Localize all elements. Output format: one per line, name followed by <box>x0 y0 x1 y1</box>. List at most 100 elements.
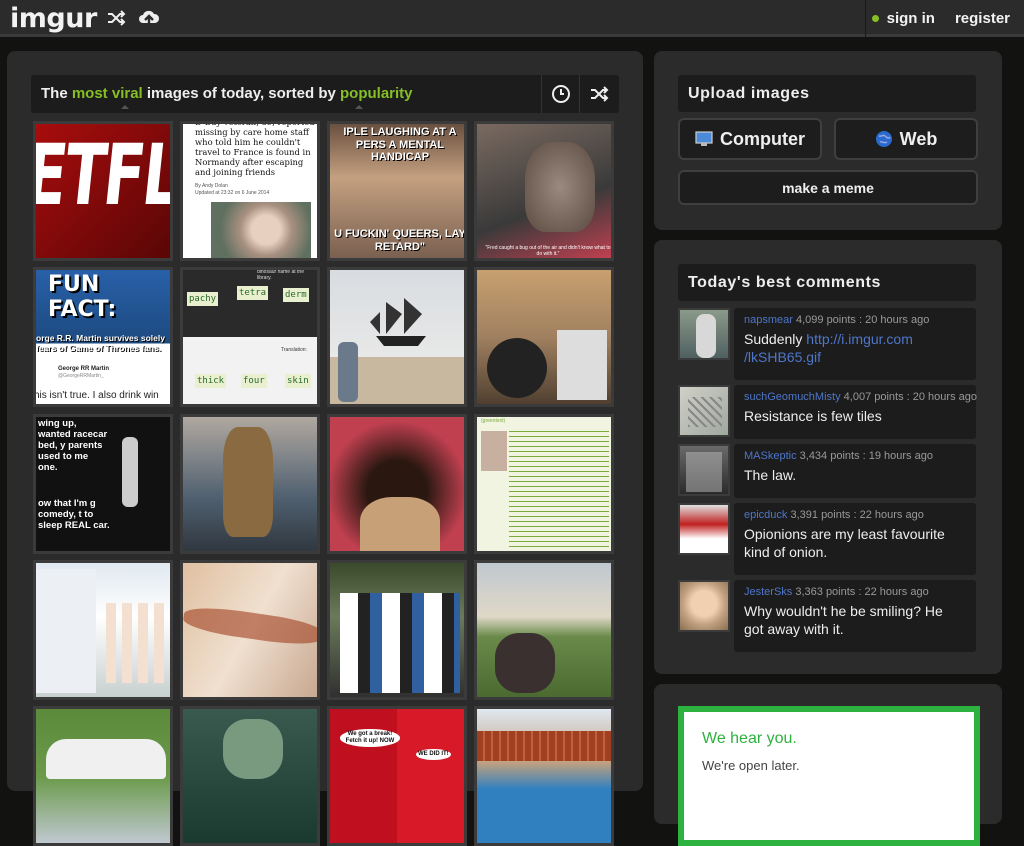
comment-points: 4,007 points : 20 hours ago <box>843 391 977 403</box>
tweet-name: George RR Martin <box>58 366 110 372</box>
upload-computer-button[interactable]: Computer <box>678 118 822 160</box>
wall-shape <box>36 569 96 693</box>
thumbnail-news-article[interactable]: D-Day veteran, 89, reported missing by c… <box>180 121 320 261</box>
thumbnail-fun-fact[interactable]: FUN FACT: orge R.R. Martin survives sole… <box>33 267 173 407</box>
comment-body: MASkeptic 3,434 points : 19 hours ago Th… <box>734 444 976 498</box>
thumbnail-car[interactable] <box>33 706 173 846</box>
avatar-shape <box>481 431 507 471</box>
thumb-caption: dinosaur name at the library. <box>257 269 304 281</box>
thumbnail-kite-ship[interactable] <box>327 267 467 407</box>
thumbnail-comic[interactable]: We got a break! Fetch it up! NOW WE DID … <box>327 706 467 846</box>
caret-up-icon <box>121 105 129 109</box>
gallery-panel: The most viral images of today, sorted b… <box>7 51 643 846</box>
comment-points: 4,099 points : 20 hours ago <box>795 314 930 326</box>
sort-popularity-dropdown[interactable]: popularity <box>340 85 413 102</box>
photo-elderly-man <box>211 202 311 258</box>
thumb-bottom-caption: ow that I'm g comedy, t to sleep REAL ca… <box>38 498 110 531</box>
register-link[interactable]: register <box>955 10 1010 27</box>
comment-text: Suddenly http://i.imgur.com /lkSHB65.gif <box>744 330 966 366</box>
thumbnail-dinosaur-words[interactable]: dinosaur name at the library. pachy tetr… <box>180 267 320 407</box>
comment-meta: epicduck 3,391 points : 22 hours ago <box>744 509 966 521</box>
thumbnail-cat-room[interactable] <box>474 267 614 407</box>
thumbnail-meme-laughing[interactable]: IPLE LAUGHING AT A PERS A MENTAL HANDICA… <box>327 121 467 261</box>
comment-thumbnail[interactable] <box>678 503 730 555</box>
shuffle-icon <box>590 86 608 102</box>
comment-username[interactable]: MASkeptic <box>744 450 797 462</box>
chair-shape <box>557 330 607 400</box>
greentext-lines <box>509 427 609 547</box>
thumb-caption: D-Day veteran, 89, reported missing by c… <box>195 121 315 177</box>
thumbnail-dog-plane[interactable] <box>180 414 320 554</box>
word-card: thick <box>195 374 227 389</box>
comment-body: suchGeomuchMisty 4,007 points : 20 hours… <box>734 385 977 439</box>
comment-username[interactable]: suchGeomuchMisty <box>744 391 841 403</box>
shuffle-icon[interactable] <box>106 8 126 33</box>
upload-web-button[interactable]: Web <box>834 118 978 160</box>
word-card: derm <box>283 288 309 303</box>
comment-points: 3,363 points : 22 hours ago <box>795 586 929 598</box>
comment-username[interactable]: napsmear <box>744 314 793 326</box>
thumb-caption: "Fred caught a bug out of the air and di… <box>485 245 611 257</box>
comments-title: Today's best comments <box>678 264 976 301</box>
ad-headline: We hear you. <box>702 730 797 747</box>
time-sort-button[interactable] <box>541 75 579 113</box>
thumb-caption: We got a break! Fetch it up! NOW <box>340 729 400 747</box>
image-grid: ETFLIX D-Day veteran, 89, reported missi… <box>33 121 621 846</box>
translation-label: Translation: <box>281 347 307 353</box>
comment-username[interactable]: epicduck <box>744 509 787 521</box>
computer-label: Computer <box>720 128 805 149</box>
thumb-caption: FUN FACT: <box>48 272 117 323</box>
thumb-date: Updated at 23:32 on 6 June 2014 <box>195 190 270 196</box>
word-card: four <box>241 374 267 389</box>
sort-prefix: The <box>41 85 68 102</box>
make-meme-button[interactable]: make a meme <box>678 170 978 205</box>
thumbnail-maleficent[interactable] <box>327 414 467 554</box>
thumbnail-cat-bug[interactable]: "Fred caught a bug out of the air and di… <box>474 121 614 261</box>
ad-panel: We hear you. We're open later. <box>654 684 1002 846</box>
comment-thumbnail[interactable] <box>678 308 730 360</box>
sign-in-link[interactable]: sign in <box>871 10 935 27</box>
thumbnail-arm[interactable] <box>180 560 320 700</box>
thumb-bottom-caption: orge R.R. Martin survives solely fears o… <box>36 333 165 353</box>
comment-thumbnail[interactable] <box>678 580 730 632</box>
comment-thumbnail[interactable] <box>678 385 730 437</box>
dog-shape <box>495 633 555 693</box>
comment-text: Resistance is few tiles <box>744 408 882 424</box>
monitor-icon <box>695 131 713 147</box>
thumbnail-dog-pier[interactable] <box>474 560 614 700</box>
tweet-handle: @GeorgeRRMartin_ <box>58 373 104 379</box>
face-shape <box>223 719 283 779</box>
comment-meta: JesterSks 3,363 points : 22 hours ago <box>744 586 966 598</box>
imgur-logo[interactable]: imgur <box>10 3 97 34</box>
thumbnail-comedy-tweet[interactable]: wing up, wanted racecar bed, y parents u… <box>33 414 173 554</box>
thumbnail-netflix[interactable]: ETFLIX <box>33 121 173 261</box>
comment-username[interactable]: JesterSks <box>744 586 792 598</box>
advertisement[interactable]: We hear you. We're open later. <box>678 706 980 846</box>
people-shapes <box>106 603 166 683</box>
comment-meta: suchGeomuchMisty 4,007 points : 20 hours… <box>744 391 977 403</box>
thumbnail-girls-wall[interactable] <box>33 560 173 700</box>
thumbnail-joker[interactable] <box>180 706 320 846</box>
tweet-text: his isn't true. I also drink win <box>34 390 159 401</box>
cat-shape <box>525 142 595 232</box>
thumbnail-crowd[interactable] <box>327 560 467 700</box>
comment-text-body: Suddenly <box>744 331 807 347</box>
car-shape <box>46 739 166 779</box>
comment-thumbnail[interactable] <box>678 444 730 496</box>
caret-up-icon <box>355 105 363 109</box>
word-card: pachy <box>187 292 219 307</box>
pirate-ship-kite <box>370 298 426 346</box>
person-shape <box>338 342 358 402</box>
sort-description: The most viral images of today, sorted b… <box>41 85 413 102</box>
word-card: skin <box>285 374 311 389</box>
comment-points: 3,434 points : 19 hours ago <box>799 450 933 462</box>
sort-viral-dropdown[interactable]: most viral <box>72 85 143 102</box>
comment-text: Opionions are my least favourite kind of… <box>744 526 945 561</box>
upload-cloud-icon[interactable] <box>138 8 160 33</box>
comment-points: 3,391 points : 22 hours ago <box>790 509 924 521</box>
comment-text: Why wouldn't he be smiling? He got away … <box>744 603 943 638</box>
random-button[interactable] <box>579 75 617 113</box>
thumbnail-pool[interactable] <box>474 706 614 846</box>
cat-shape <box>487 338 547 398</box>
thumbnail-greentext[interactable]: (greentext) <box>474 414 614 554</box>
